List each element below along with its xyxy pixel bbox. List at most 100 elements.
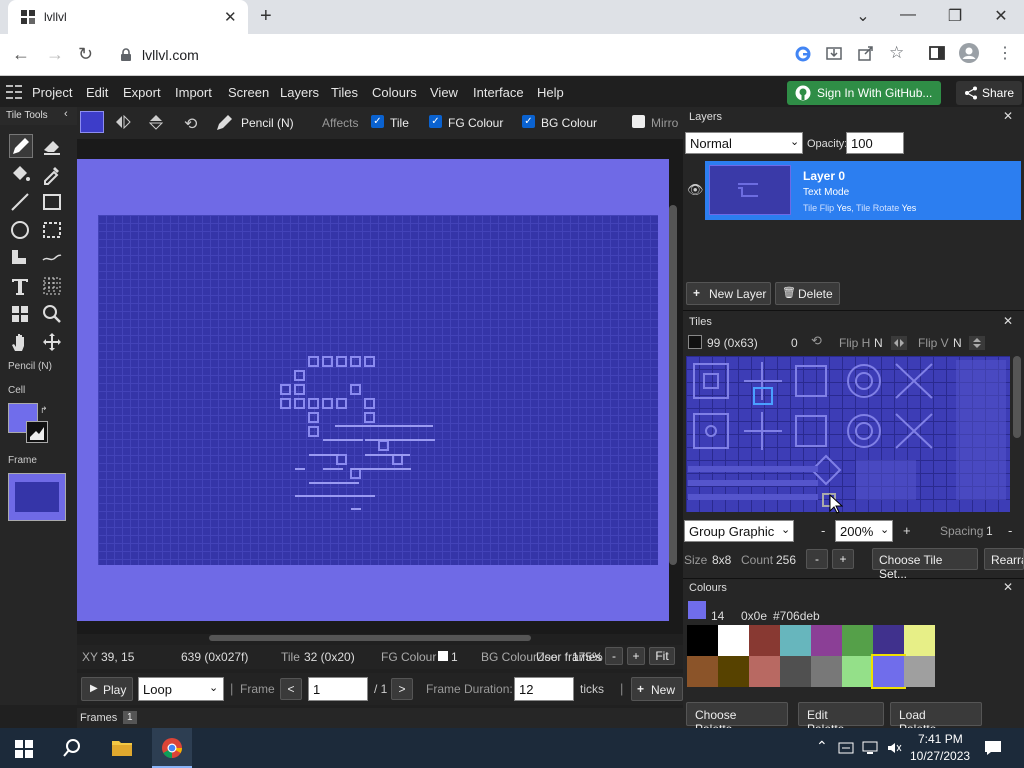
zoom-tool-icon[interactable] bbox=[41, 303, 65, 327]
hand-pan-tool-icon[interactable] bbox=[9, 331, 33, 355]
layer-visibility-eye-icon[interactable]: 👁 bbox=[687, 182, 704, 198]
palette-swatch[interactable] bbox=[780, 656, 811, 687]
canvas-horizontal-scrollbar[interactable] bbox=[209, 635, 531, 641]
menu-interface[interactable]: Interface bbox=[473, 85, 524, 100]
file-explorer-icon[interactable] bbox=[111, 738, 133, 758]
forward-arrow-icon[interactable]: → bbox=[46, 44, 64, 65]
affects-tile-checkbox[interactable]: ✓ bbox=[371, 115, 384, 128]
line-tool-icon[interactable] bbox=[9, 191, 33, 215]
palette-swatch[interactable] bbox=[871, 654, 906, 689]
new-layer-button[interactable]: + New Layer bbox=[686, 282, 771, 305]
colour-palette[interactable] bbox=[687, 625, 937, 689]
chrome-taskbar-button[interactable] bbox=[152, 728, 192, 768]
back-arrow-icon[interactable]: ← bbox=[12, 44, 30, 65]
tile-rotate-icon[interactable]: ⟲ bbox=[811, 333, 822, 349]
load-palette-button[interactable]: Load Palette... bbox=[890, 702, 982, 736]
flip-vertical-icon[interactable] bbox=[149, 114, 163, 130]
menu-export[interactable]: Export bbox=[123, 85, 161, 100]
network-icon[interactable] bbox=[862, 740, 878, 756]
share-page-icon[interactable] bbox=[858, 45, 874, 61]
google-icon[interactable] bbox=[795, 46, 811, 62]
mirror-checkbox[interactable] bbox=[632, 115, 645, 128]
tile-grid-tool-icon[interactable] bbox=[9, 303, 33, 327]
palette-swatch[interactable] bbox=[718, 656, 749, 687]
tile-count-minus-button[interactable]: - bbox=[806, 549, 828, 569]
choose-tile-set-button[interactable]: Choose Tile Set... bbox=[872, 548, 978, 581]
palette-swatch[interactable] bbox=[873, 625, 904, 656]
frame-thumbnail[interactable] bbox=[8, 473, 66, 521]
share-button[interactable]: Share bbox=[956, 81, 1022, 105]
zoom-out-button[interactable]: - bbox=[605, 647, 623, 665]
palette-swatch[interactable] bbox=[718, 625, 749, 656]
tile-group-select[interactable]: Group Graphic ⌄ bbox=[684, 520, 794, 542]
github-signin-button[interactable]: Sign In With GitHub... bbox=[787, 81, 941, 105]
side-panel-icon[interactable] bbox=[929, 45, 945, 61]
menu-help[interactable]: Help bbox=[537, 85, 564, 100]
rotate-icon[interactable]: ⟲ bbox=[184, 114, 197, 134]
tile-count-plus-button[interactable]: + bbox=[832, 549, 854, 569]
flip-horizontal-icon[interactable] bbox=[115, 115, 131, 129]
tiles-close-icon[interactable]: ✕ bbox=[1003, 314, 1013, 328]
loop-mode-select[interactable]: Loop ⌄ bbox=[138, 677, 224, 701]
rearrange-tiles-button[interactable]: Rearra bbox=[984, 548, 1024, 570]
profile-avatar-icon[interactable] bbox=[959, 43, 979, 63]
tile-zoom-select[interactable]: 200% ⌄ bbox=[835, 520, 893, 542]
menu-import[interactable]: Import bbox=[175, 85, 212, 100]
taskbar-time[interactable]: 7:41 PM bbox=[918, 732, 963, 746]
pattern-tool-icon[interactable] bbox=[41, 275, 65, 299]
tile-set-grid[interactable] bbox=[686, 356, 1010, 512]
affects-fg-checkbox[interactable]: ✓ bbox=[429, 115, 442, 128]
menu-tiles[interactable]: Tiles bbox=[331, 85, 358, 100]
opacity-input[interactable]: 100 bbox=[846, 132, 904, 154]
drawing-grid[interactable] bbox=[98, 215, 658, 565]
next-frame-button[interactable]: > bbox=[391, 678, 413, 700]
minimize-window-icon[interactable]: — bbox=[888, 6, 928, 24]
menu-colours[interactable]: Colours bbox=[372, 85, 417, 100]
play-button[interactable]: ▶ Play bbox=[81, 677, 133, 701]
browser-tab[interactable]: lvllvl ✕ bbox=[8, 0, 248, 34]
palette-swatch[interactable] bbox=[842, 656, 873, 687]
bookmark-star-icon[interactable]: ☆ bbox=[889, 43, 904, 63]
tab-search-chevron-icon[interactable]: ⌄ bbox=[843, 6, 883, 26]
palette-swatch[interactable] bbox=[749, 656, 780, 687]
palette-swatch[interactable] bbox=[842, 625, 873, 656]
free-line-tool-icon[interactable] bbox=[41, 247, 65, 271]
url-text[interactable]: lvllvl.com bbox=[142, 47, 199, 63]
notifications-icon[interactable] bbox=[984, 739, 1002, 757]
tile-zoom-minus-button[interactable]: - bbox=[821, 523, 825, 538]
layers-close-icon[interactable]: ✕ bbox=[1003, 109, 1013, 123]
palette-swatch[interactable] bbox=[687, 625, 718, 656]
current-colour-swatch[interactable] bbox=[80, 111, 104, 133]
restore-window-icon[interactable]: ❐ bbox=[935, 6, 975, 26]
menu-project[interactable]: Project bbox=[32, 85, 72, 100]
previous-frame-button[interactable]: < bbox=[280, 678, 302, 700]
stamp-tool-icon[interactable] bbox=[9, 247, 33, 271]
palette-swatch[interactable] bbox=[811, 625, 842, 656]
zoom-in-button[interactable]: + bbox=[627, 647, 645, 665]
choose-palette-button[interactable]: Choose Palette... bbox=[686, 702, 788, 736]
frame-duration-input[interactable]: 12 bbox=[514, 677, 574, 701]
new-tab-button[interactable]: + bbox=[260, 5, 272, 28]
swap-colours-icon[interactable]: ↱ bbox=[40, 405, 48, 416]
install-app-icon[interactable] bbox=[826, 45, 842, 61]
menu-edit[interactable]: Edit bbox=[86, 85, 108, 100]
pencil-tool-icon[interactable] bbox=[9, 134, 33, 158]
tile-zoom-plus-button[interactable]: + bbox=[903, 523, 911, 538]
palette-swatch[interactable] bbox=[904, 656, 935, 687]
palette-swatch[interactable] bbox=[687, 656, 718, 687]
colours-close-icon[interactable]: ✕ bbox=[1003, 580, 1013, 594]
eyedropper-tool-icon[interactable] bbox=[41, 163, 65, 187]
ellipse-tool-icon[interactable] bbox=[9, 219, 33, 243]
tile-flip-v-icon[interactable] bbox=[969, 336, 985, 350]
palette-swatch[interactable] bbox=[904, 625, 935, 656]
frame-number-input[interactable]: 1 bbox=[308, 677, 368, 701]
fill-bucket-tool-icon[interactable] bbox=[9, 163, 33, 187]
tile-flip-h-icon[interactable] bbox=[891, 336, 907, 350]
volume-icon[interactable] bbox=[886, 740, 902, 756]
eraser-tool-icon[interactable] bbox=[41, 135, 65, 159]
collapse-tools-chevron-icon[interactable]: ‹ bbox=[64, 108, 68, 120]
edit-palette-button[interactable]: Edit Palette... bbox=[798, 702, 884, 736]
canvas-vertical-scrollbar[interactable] bbox=[669, 205, 677, 565]
tray-app-icon[interactable] bbox=[838, 740, 854, 756]
menu-screen[interactable]: Screen bbox=[228, 85, 269, 100]
